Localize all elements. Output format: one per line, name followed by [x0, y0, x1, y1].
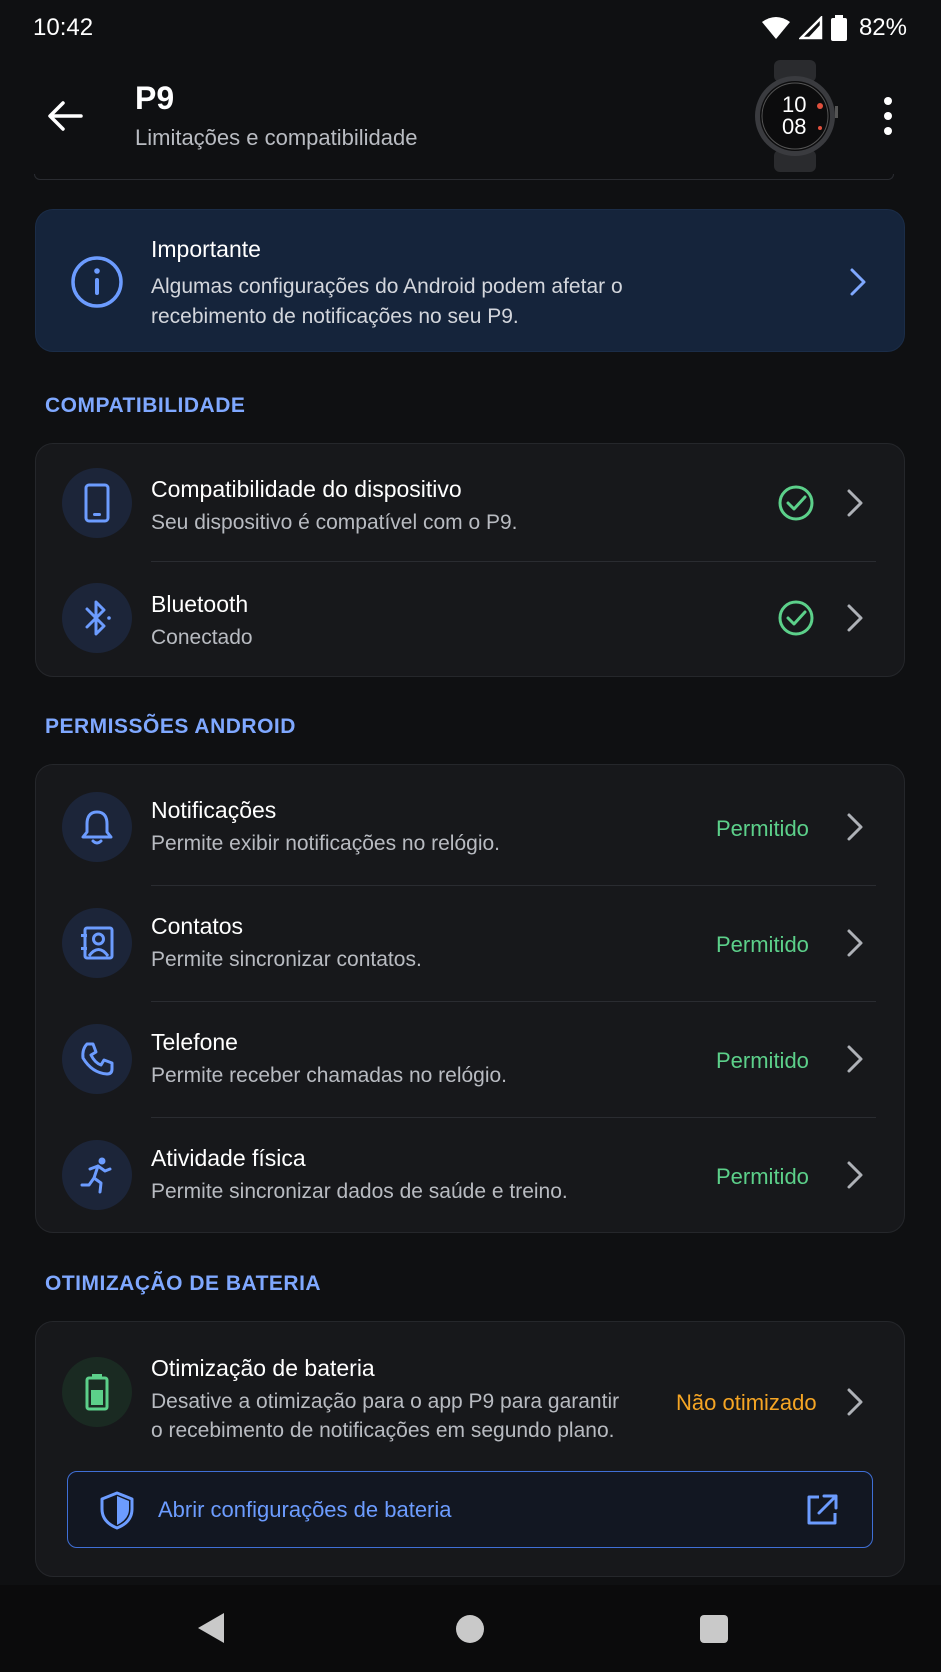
chevron-right-icon — [847, 604, 863, 632]
more-options-button[interactable] — [868, 86, 908, 146]
chevron-right-icon — [847, 813, 863, 841]
permissions-card: Notificações Permite exibir notificações… — [35, 764, 905, 1233]
battery-card: Otimização de bateria Desative a otimiza… — [35, 1321, 905, 1577]
row-subtitle: Conectado — [151, 626, 253, 649]
row-icon-container — [62, 468, 132, 538]
phone-icon — [84, 483, 110, 523]
status-badge: Permitido — [716, 816, 809, 841]
check-circle-icon — [778, 600, 814, 636]
row-title: Contatos — [151, 913, 244, 939]
status-badge: Permitido — [716, 1048, 809, 1073]
row-title: Telefone — [151, 1029, 238, 1055]
status-time: 10:42 — [33, 14, 94, 41]
row-icon-container — [62, 1357, 132, 1427]
chevron-right-icon — [847, 1161, 863, 1189]
app-bar: P9 Limitações e compatibilidade 10 08 — [0, 56, 941, 176]
status-badge: Permitido — [716, 932, 809, 957]
row-title: Compatibilidade do dispositivo — [151, 476, 462, 502]
row-title: Otimização de bateria — [151, 1355, 375, 1381]
row-title: Atividade física — [151, 1145, 306, 1171]
row-subtitle: Permite sincronizar contatos. — [151, 948, 422, 971]
page-subtitle: Limitações e compatibilidade — [135, 125, 418, 150]
battery-row[interactable]: Otimização de bateria Desative a otimiza… — [36, 1322, 906, 1462]
status-bar: 10:42 82% — [0, 0, 941, 56]
section-header-compat: COMPATIBILIDADE — [45, 394, 246, 417]
compat-card: Compatibilidade do dispositivo Seu dispo… — [35, 443, 905, 677]
open-battery-settings-button[interactable]: Abrir configurações de bateria — [67, 1471, 873, 1548]
screen: 10:42 82% P9 Limitações e compatibilidad… — [0, 0, 941, 1672]
system-nav-bar — [0, 1585, 941, 1672]
watch-minute: 08 — [782, 114, 806, 139]
row-subtitle: Permite sincronizar dados de saúde e tre… — [151, 1180, 568, 1203]
more-dot — [884, 127, 892, 135]
important-banner[interactable]: Importante Algumas configurações do Andr… — [35, 209, 905, 352]
row-icon-container — [62, 583, 132, 653]
chevron-right-icon — [847, 1388, 863, 1416]
bluetooth-icon — [85, 600, 111, 636]
compat-row-bluetooth[interactable]: Bluetooth Conectado — [36, 561, 906, 678]
external-link-icon — [807, 1494, 838, 1525]
row-icon-container — [62, 1140, 132, 1210]
open-settings-label: Abrir configurações de bateria — [158, 1497, 452, 1522]
nav-home-icon[interactable] — [456, 1615, 484, 1643]
chevron-right-icon — [847, 929, 863, 957]
section-header-battery: OTIMIZAÇÃO DE BATERIA — [45, 1272, 322, 1295]
nav-back-icon[interactable] — [196, 1611, 226, 1645]
banner-title: Importante — [151, 236, 261, 262]
signal-icon — [798, 16, 823, 40]
permission-row-phone[interactable]: Telefone Permite receber chamadas no rel… — [36, 1001, 906, 1117]
chevron-right-icon — [847, 1045, 863, 1073]
more-dot — [884, 112, 892, 120]
arrow-back-icon — [48, 101, 83, 131]
back-button[interactable] — [40, 91, 90, 141]
row-icon-container — [62, 1024, 132, 1094]
section-header-permissions: PERMISSÕES ANDROID — [45, 715, 296, 738]
status-badge: Permitido — [716, 1164, 809, 1189]
permission-row-contacts[interactable]: Contatos Permite sincronizar contatos. P… — [36, 885, 906, 1001]
nav-recents-icon[interactable] — [700, 1615, 728, 1643]
page-title: P9 — [135, 80, 175, 116]
running-icon — [80, 1157, 112, 1194]
shield-icon — [100, 1491, 134, 1530]
header-divider — [34, 174, 894, 180]
row-subtitle: Seu dispositivo é compatível com o P9. — [151, 511, 518, 534]
row-title: Notificações — [151, 797, 277, 823]
battery-icon — [830, 15, 847, 41]
status-icons: 82% — [761, 12, 907, 44]
bell-icon — [81, 810, 113, 845]
compat-row-device[interactable]: Compatibilidade do dispositivo Seu dispo… — [36, 444, 906, 561]
row-subtitle-line2: o recebimento de notificações em segundo… — [151, 1419, 615, 1442]
chevron-right-icon — [847, 489, 863, 517]
banner-text: Algumas configurações do Android podem a… — [151, 275, 623, 328]
row-title: Bluetooth — [151, 591, 249, 617]
phone-call-icon — [81, 1042, 114, 1076]
chevron-right-icon — [850, 268, 866, 296]
row-subtitle: Permite receber chamadas no relógio. — [151, 1064, 508, 1087]
row-subtitle-line1: Desative a otimização para o app P9 para… — [151, 1390, 620, 1413]
battery-charging-icon — [85, 1374, 109, 1411]
info-icon — [71, 256, 123, 308]
status-badge: Não otimizado — [676, 1390, 817, 1415]
watch-image: 10 08 — [755, 60, 838, 172]
row-icon-container — [62, 792, 132, 862]
row-subtitle: Permite exibir notificações no relógio. — [151, 832, 501, 855]
permission-row-notifications[interactable]: Notificações Permite exibir notificações… — [36, 765, 906, 885]
contact-icon — [81, 926, 114, 960]
permission-row-activity[interactable]: Atividade física Permite sincronizar dad… — [36, 1117, 906, 1234]
wifi-icon — [761, 17, 790, 39]
check-circle-icon — [778, 485, 814, 521]
row-icon-container — [62, 908, 132, 978]
more-dot — [884, 97, 892, 105]
battery-percent: 82% — [858, 14, 907, 41]
